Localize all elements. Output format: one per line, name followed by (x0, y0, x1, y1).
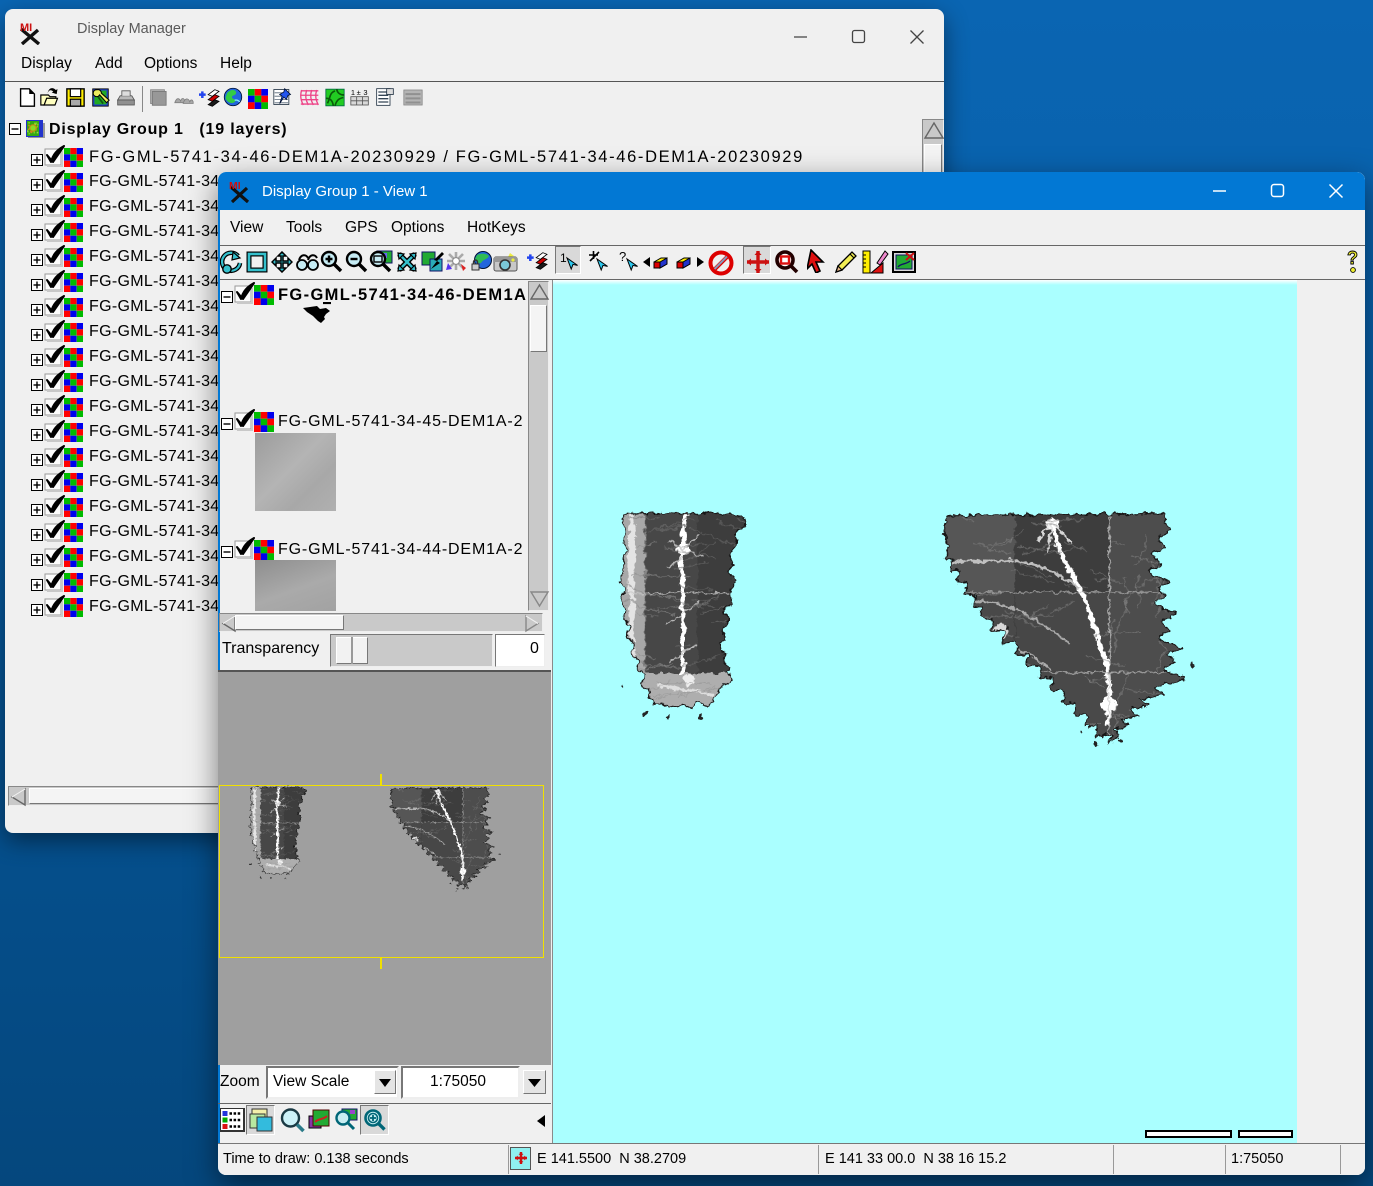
svg-text:3: 3 (363, 88, 367, 97)
svg-text:?: ? (619, 249, 626, 264)
svg-text:MI: MI (229, 180, 241, 192)
svg-text:1: 1 (351, 88, 355, 97)
svg-text:?: ? (1347, 248, 1358, 268)
svg-text:±: ± (357, 88, 361, 97)
svg-text:1: 1 (560, 251, 567, 265)
svg-text:MI: MI (20, 22, 32, 34)
